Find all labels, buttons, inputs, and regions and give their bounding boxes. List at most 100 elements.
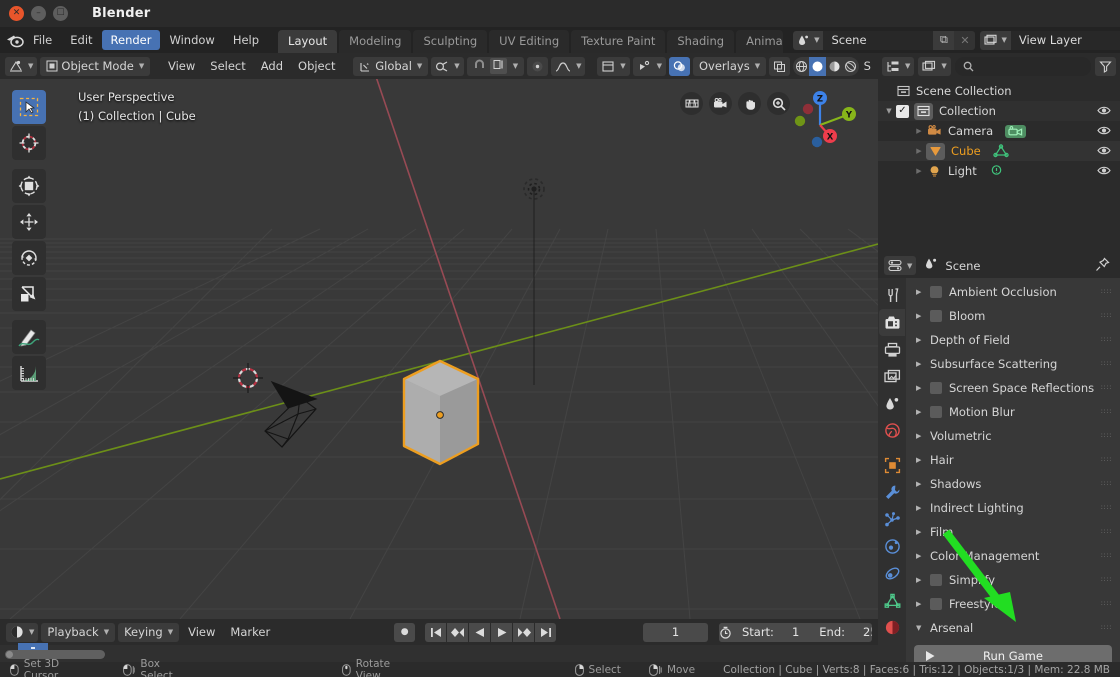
- disclosure-triangle-icon[interactable]: ▶: [912, 147, 926, 155]
- panel-arsenal[interactable]: ▼ Arsenal ::::: [906, 616, 1120, 640]
- disclosure-triangle-icon[interactable]: ▶: [916, 528, 930, 536]
- proportional-editing-toggle[interactable]: [527, 56, 549, 76]
- disclosure-triangle-icon[interactable]: ▶: [916, 312, 930, 320]
- workspace-tab-animation[interactable]: Animation: [736, 30, 784, 53]
- outliner-editor-type-selector[interactable]: ▼: [882, 56, 915, 76]
- panel-grip-icon[interactable]: ::::: [1101, 288, 1112, 295]
- properties-tab-scene[interactable]: [879, 390, 905, 417]
- properties-tab-render[interactable]: [879, 309, 905, 336]
- transform-orientation-selector[interactable]: Global ▼: [353, 56, 429, 76]
- disclosure-triangle-icon[interactable]: ▶: [916, 552, 930, 560]
- tool-tweak-select-box[interactable]: [12, 90, 46, 124]
- zoom-view-icon[interactable]: [767, 92, 790, 115]
- frame-end-field[interactable]: End: 250: [809, 623, 872, 642]
- panel-simplify[interactable]: ▶ Simplify ::::: [906, 568, 1120, 592]
- shading-rendered-button[interactable]: [842, 57, 858, 76]
- disclosure-triangle-icon[interactable]: ▶: [916, 360, 930, 368]
- pin-icon[interactable]: [1095, 257, 1110, 275]
- panel-checkbox-simplify[interactable]: [930, 574, 942, 586]
- use-preview-range-icon[interactable]: [718, 622, 732, 642]
- toggle-orthographic-icon[interactable]: [680, 92, 703, 115]
- outliner-row-scene-collection[interactable]: Scene Collection: [878, 81, 1120, 101]
- outliner-row-light[interactable]: ▶ Light: [878, 161, 1120, 181]
- panel-motion-blur[interactable]: ▶ Motion Blur ::::: [906, 400, 1120, 424]
- scene-unlink-button[interactable]: ✕: [954, 30, 976, 50]
- panel-grip-icon[interactable]: ::::: [1101, 576, 1112, 583]
- jump-to-start-button[interactable]: [425, 622, 447, 642]
- properties-tab-object-data[interactable]: [879, 587, 905, 614]
- viewport-menu-object[interactable]: Object: [292, 57, 341, 76]
- properties-editor-type-selector[interactable]: ▼: [884, 256, 917, 275]
- timeline-menu-playback[interactable]: Playback ▼: [41, 622, 116, 642]
- panel-film[interactable]: ▶ Film ::::: [906, 520, 1120, 544]
- disclosure-triangle-icon[interactable]: ▶: [916, 408, 930, 416]
- properties-tab-tool[interactable]: [879, 282, 905, 309]
- disclosure-triangle-icon[interactable]: ▶: [916, 456, 930, 464]
- panel-grip-icon[interactable]: ::::: [1101, 624, 1112, 631]
- window-close-button[interactable]: ✕: [9, 6, 24, 21]
- properties-tab-constraints[interactable]: [879, 560, 905, 587]
- properties-tab-world[interactable]: [879, 417, 905, 444]
- panel-checkbox-bloom[interactable]: [930, 310, 942, 322]
- tool-transform[interactable]: [12, 169, 46, 203]
- workspace-tab-texture-paint[interactable]: Texture Paint: [571, 30, 666, 53]
- menu-edit[interactable]: Edit: [61, 30, 101, 50]
- panel-grip-icon[interactable]: ::::: [1101, 480, 1112, 487]
- panel-bloom[interactable]: ▶ Bloom ::::: [906, 304, 1120, 328]
- cube-visibility-eye-icon[interactable]: [1097, 145, 1111, 159]
- frame-start-field[interactable]: Start: 1: [732, 623, 809, 642]
- disclosure-triangle-icon[interactable]: ▶: [916, 336, 930, 344]
- panel-volumetric[interactable]: ▶ Volumetric ::::: [906, 424, 1120, 448]
- viewport-menu-view[interactable]: View: [162, 57, 201, 76]
- shading-solid-button[interactable]: [809, 56, 826, 76]
- collection-checkbox[interactable]: ✓: [896, 104, 909, 118]
- panel-hair[interactable]: ▶ Hair ::::: [906, 448, 1120, 472]
- play-reverse-button[interactable]: [469, 622, 491, 642]
- 3d-viewport[interactable]: User Perspective (1) Collection | Cube Z…: [0, 79, 878, 619]
- panel-grip-icon[interactable]: ::::: [1101, 528, 1112, 535]
- view-layer-icon[interactable]: ▼: [980, 30, 1011, 50]
- xray-toggle[interactable]: [769, 56, 791, 76]
- view-layer-name-value[interactable]: View Layer: [1010, 30, 1120, 50]
- tool-cursor[interactable]: [12, 126, 46, 160]
- panel-grip-icon[interactable]: ::::: [1101, 432, 1112, 439]
- scene-selector[interactable]: ▼ Scene ⧉ ✕: [793, 30, 976, 50]
- viewport-menu-add[interactable]: Add: [255, 57, 289, 76]
- disclosure-triangle-icon[interactable]: ▶: [916, 600, 930, 608]
- properties-tab-modifiers[interactable]: [879, 479, 905, 506]
- overlays-dropdown[interactable]: Overlays ▼: [692, 56, 767, 76]
- panel-grip-icon[interactable]: ::::: [1101, 384, 1112, 391]
- tool-move[interactable]: [12, 205, 46, 239]
- timeline-editor-type-selector[interactable]: ▼: [6, 622, 39, 642]
- workspace-tab-layout[interactable]: Layout: [278, 30, 338, 53]
- panel-grip-icon[interactable]: ::::: [1101, 360, 1112, 367]
- shading-wireframe-button[interactable]: [793, 57, 809, 76]
- scene-name-value[interactable]: Scene: [823, 30, 934, 50]
- panel-grip-icon[interactable]: ::::: [1101, 336, 1112, 343]
- properties-tab-output[interactable]: [879, 336, 905, 363]
- disclosure-triangle-icon[interactable]: ▶: [916, 288, 930, 296]
- camera-visibility-eye-icon[interactable]: [1097, 125, 1111, 139]
- magnet-icon[interactable]: [473, 58, 486, 74]
- window-maximize-button[interactable]: ☐: [53, 6, 68, 21]
- mesh-data-icon[interactable]: [993, 144, 1009, 158]
- shading-dropdown-trailing[interactable]: S: [862, 57, 873, 76]
- disclosure-triangle-icon[interactable]: ▼: [916, 624, 930, 632]
- outliner-search-input[interactable]: [954, 56, 1091, 76]
- disclosure-triangle-icon[interactable]: ▶: [912, 127, 926, 135]
- light-data-icon[interactable]: [989, 164, 1004, 178]
- menu-help[interactable]: Help: [224, 30, 268, 50]
- outliner-row-camera[interactable]: ▶ Camera: [878, 121, 1120, 141]
- outliner-row-collection[interactable]: ▼ ✓ Collection: [878, 101, 1120, 121]
- properties-tab-material[interactable]: [879, 614, 905, 641]
- snap-group[interactable]: ▼: [466, 56, 525, 76]
- workspace-tab-sculpting[interactable]: Sculpting: [413, 30, 488, 53]
- properties-tab-object[interactable]: [879, 452, 905, 479]
- panel-depth-of-field[interactable]: ▶ Depth of Field ::::: [906, 328, 1120, 352]
- workspace-tab-modeling[interactable]: Modeling: [339, 30, 412, 53]
- gizmo-selector[interactable]: ▼: [632, 56, 666, 76]
- outliner-row-cube[interactable]: ▶ Cube: [878, 141, 1120, 161]
- tool-measure[interactable]: [12, 356, 46, 390]
- panel-checkbox-ambient-occlusion[interactable]: [930, 286, 942, 298]
- pan-view-icon[interactable]: [738, 92, 761, 115]
